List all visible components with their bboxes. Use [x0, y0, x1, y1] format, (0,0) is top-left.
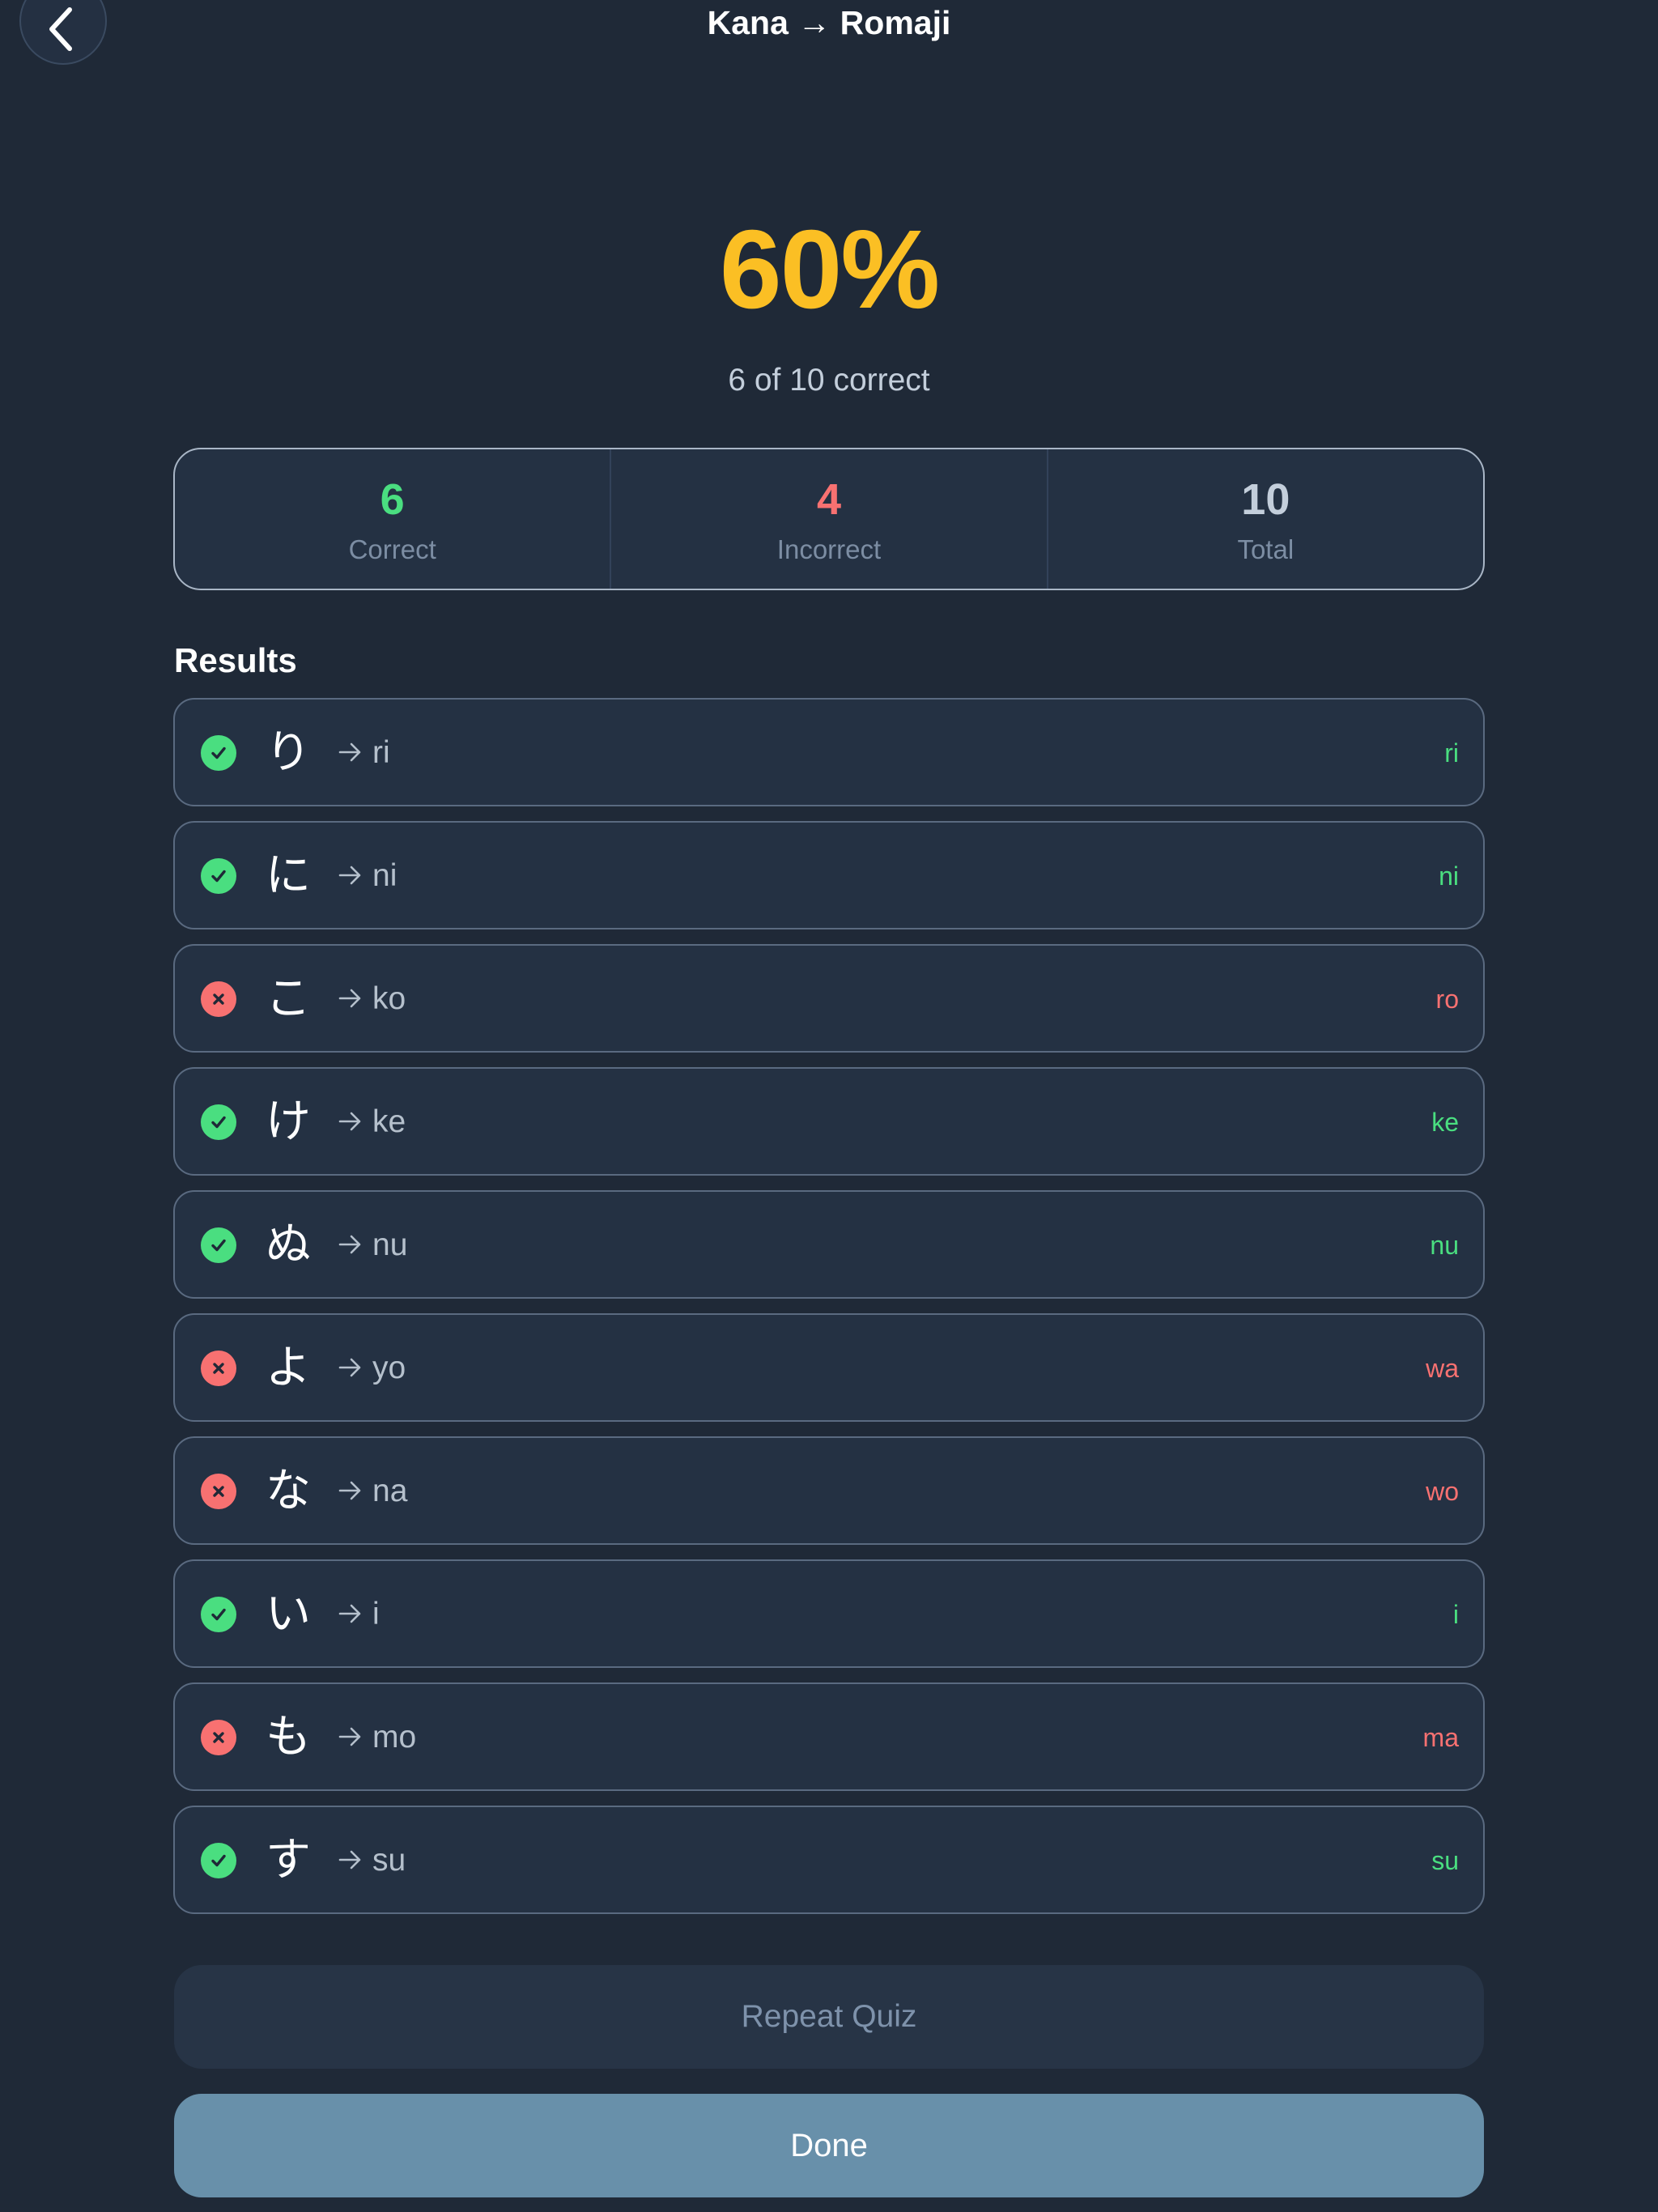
arrow-right-icon [337, 1474, 364, 1507]
result-expected-romaji: su [372, 1843, 406, 1878]
repeat-quiz-button[interactable]: Repeat Quiz [174, 1965, 1484, 2069]
result-expected-romaji: ko [372, 981, 406, 1016]
arrow-right-icon [337, 1228, 364, 1261]
stat-total: 10 Total [1046, 449, 1483, 589]
result-user-answer: ri [1444, 738, 1459, 768]
result-row: こ ko ro [173, 944, 1485, 1053]
score-summary: 6 of 10 correct [728, 363, 930, 398]
result-user-answer: ke [1431, 1108, 1459, 1137]
arrow-right-icon [337, 1105, 364, 1138]
stat-correct: 6 Correct [175, 449, 610, 589]
check-icon [201, 1597, 236, 1632]
stat-incorrect-label: Incorrect [776, 534, 882, 564]
check-icon [201, 1104, 236, 1140]
result-user-answer: su [1431, 1846, 1459, 1875]
stat-incorrect-value: 4 [816, 475, 842, 524]
stat-correct-label: Correct [348, 534, 436, 564]
result-row: に ni ni [173, 821, 1485, 929]
cross-icon [201, 1720, 236, 1755]
result-row: け ke ke [173, 1067, 1485, 1176]
done-button[interactable]: Done [174, 2094, 1484, 2197]
page-title: Kana → Romaji [707, 4, 951, 41]
result-kana: す [266, 1834, 311, 1887]
result-expected-romaji: i [372, 1597, 380, 1631]
result-user-answer: wa [1426, 1354, 1459, 1383]
result-kana: り [266, 726, 311, 779]
arrow-right-icon [337, 1597, 364, 1630]
arrow-right-icon [337, 736, 364, 768]
stat-total-label: Total [1237, 534, 1295, 564]
score-percent: 60% [719, 207, 940, 332]
result-expected-romaji: yo [372, 1351, 406, 1385]
arrow-right-icon [337, 859, 364, 891]
result-kana: い [266, 1588, 311, 1640]
result-kana: な [266, 1465, 311, 1517]
result-row: ぬ nu nu [173, 1190, 1485, 1299]
result-row: いii [173, 1559, 1485, 1668]
result-kana: け [266, 1095, 311, 1148]
arrow-right-icon [337, 1351, 364, 1384]
result-expected-romaji: na [372, 1474, 408, 1508]
result-expected-romaji: mo [372, 1720, 417, 1755]
check-icon [201, 735, 236, 771]
result-row: も mo ma [173, 1682, 1485, 1791]
stat-incorrect: 4 Incorrect [610, 449, 1046, 589]
results-list: り ri ri に ni ni こ ko ro け ke ke ぬ nu nu よ yo wa な na wo い i i も m… [173, 698, 1485, 1929]
result-expected-romaji: ke [372, 1104, 406, 1139]
result-kana: こ [266, 972, 311, 1025]
stats-card: 6 Correct 4 Incorrect 10 Total [173, 448, 1485, 590]
result-kana: も [266, 1711, 311, 1763]
arrow-right-icon [337, 1721, 364, 1753]
stat-correct-value: 6 [380, 475, 405, 524]
result-expected-romaji: nu [372, 1227, 408, 1262]
result-user-answer: i [1452, 1600, 1459, 1629]
results-heading: Results [174, 641, 297, 679]
cross-icon [201, 1474, 236, 1509]
arrow-right-icon [337, 982, 364, 1015]
check-icon [201, 1843, 236, 1878]
result-user-answer: ni [1439, 861, 1459, 891]
result-kana: ぬ [266, 1219, 311, 1271]
cross-icon [201, 981, 236, 1017]
result-user-answer: wo [1426, 1477, 1459, 1506]
result-kana: よ [266, 1342, 311, 1394]
result-row: す su su [173, 1806, 1485, 1914]
result-row: よ yo wa [173, 1313, 1485, 1422]
cross-icon [201, 1351, 236, 1386]
result-user-answer: ro [1435, 985, 1459, 1014]
result-expected-romaji: ri [372, 735, 390, 770]
result-row: り ri ri [173, 698, 1485, 806]
result-kana: に [266, 849, 311, 902]
result-user-answer: ma [1422, 1723, 1459, 1752]
arrow-right-icon [337, 1844, 364, 1876]
check-icon [201, 858, 236, 894]
result-expected-romaji: ni [372, 858, 397, 893]
result-user-answer: nu [1430, 1231, 1459, 1260]
check-icon [201, 1227, 236, 1263]
stat-total-value: 10 [1241, 475, 1290, 524]
result-row: な na wo [173, 1436, 1485, 1545]
quiz-results-screen: Kana → Romaji 60% 6 of 10 correct 6 Corr… [0, 0, 1658, 2212]
